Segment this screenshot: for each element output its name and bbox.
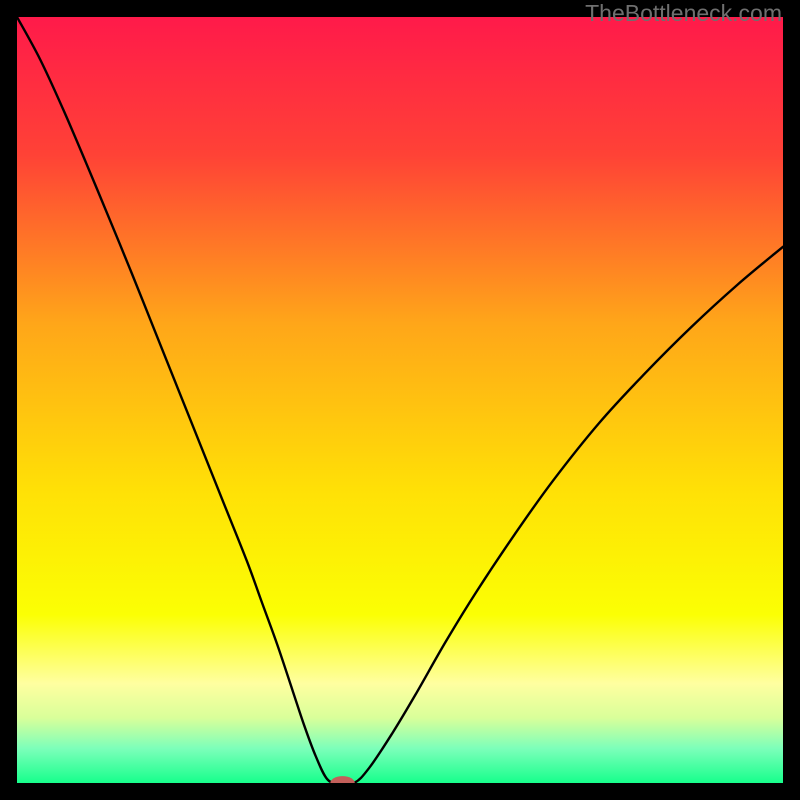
plot-area: [17, 17, 783, 783]
watermark-text: TheBottleneck.com: [585, 0, 782, 27]
chart-svg: [17, 17, 783, 783]
gradient-background: [17, 17, 783, 783]
chart-frame: TheBottleneck.com: [0, 0, 800, 800]
